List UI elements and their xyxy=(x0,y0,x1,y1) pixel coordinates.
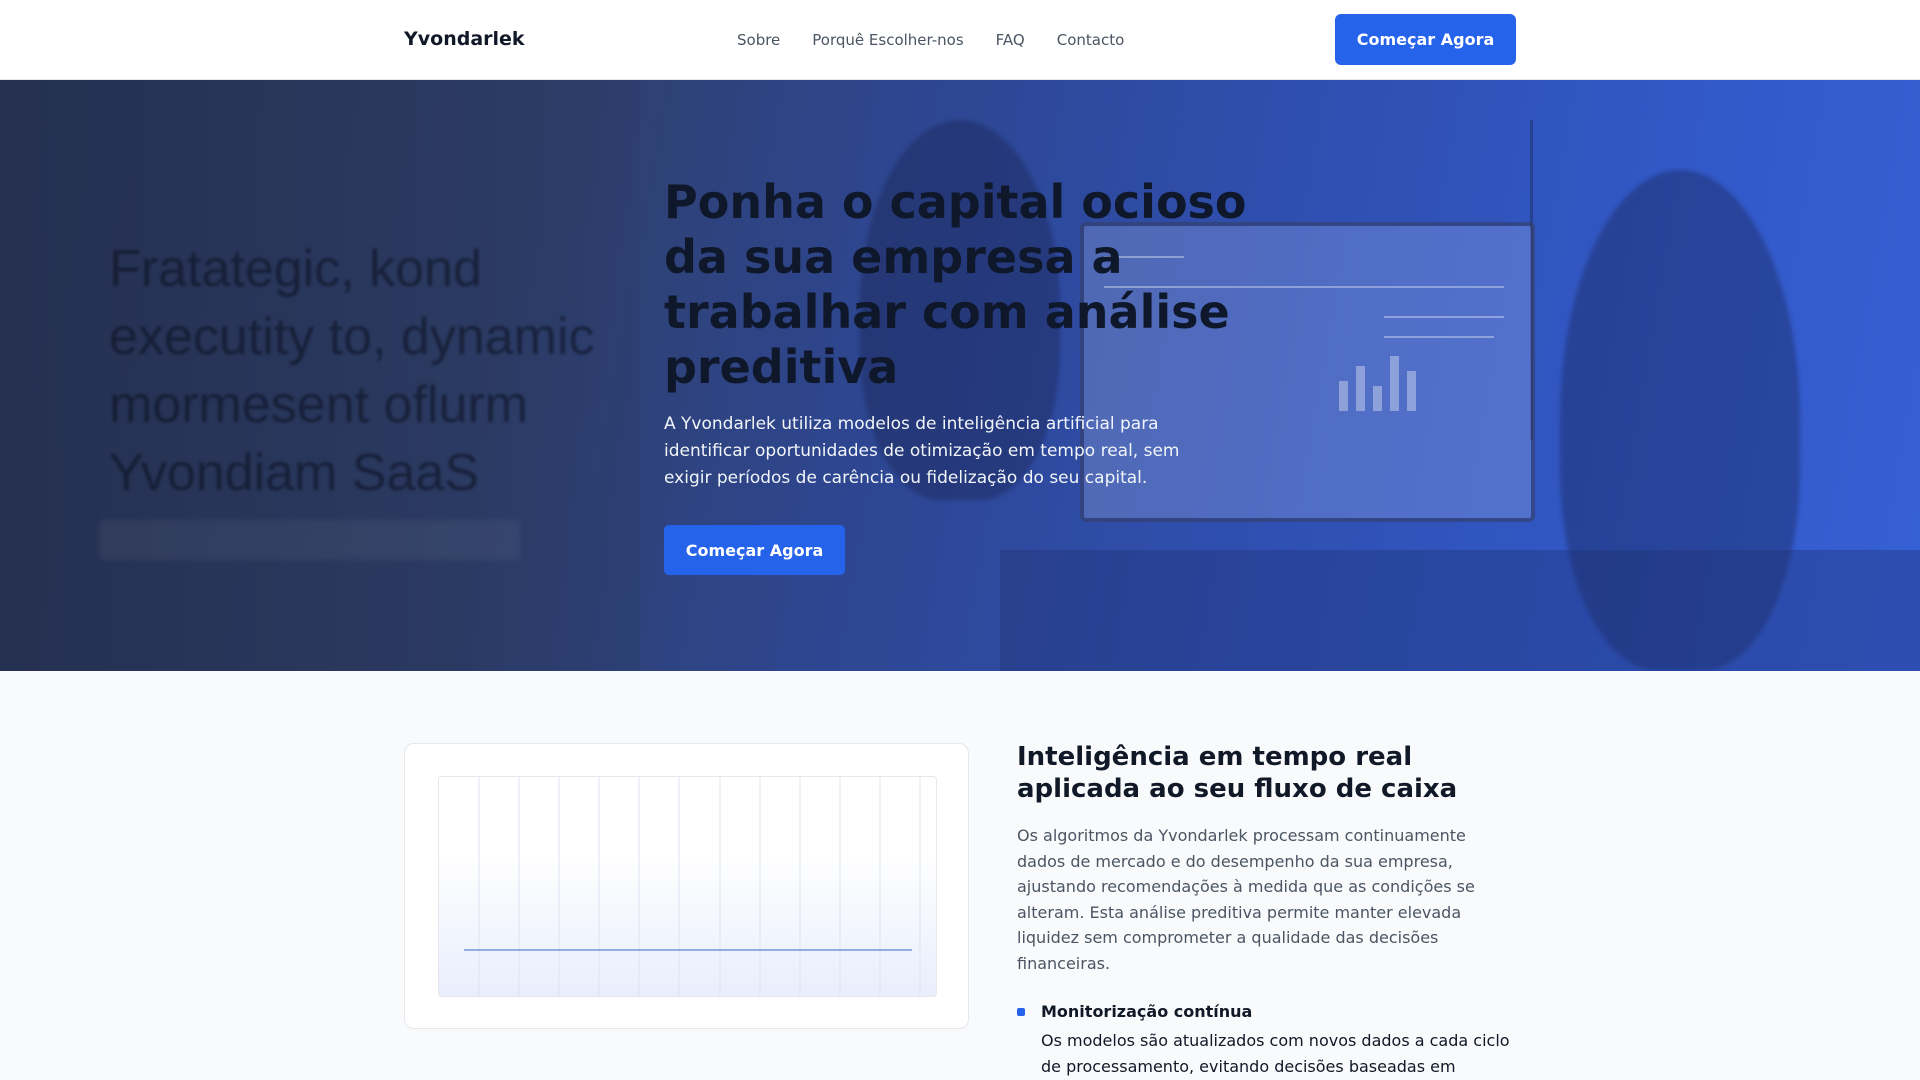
hero-background-desk xyxy=(1000,550,1920,671)
header-cta-button[interactable]: Começar Agora xyxy=(1335,14,1516,65)
nav-link-sobre[interactable]: Sobre xyxy=(737,31,780,49)
feature-chart-svg xyxy=(464,777,921,996)
top-navigation-bar: Yvondarlek Sobre Porquê Escolher-nos FAQ… xyxy=(0,0,1920,80)
hero-subtitle: A Yvondarlek utiliza modelos de inteligê… xyxy=(664,414,1180,488)
bullet-title: Monitorização contínua xyxy=(1041,1002,1253,1021)
main-nav: Sobre Porquê Escolher-nos FAQ Contacto xyxy=(737,31,1124,49)
feature-title: Inteligência em tempo real aplicada ao s… xyxy=(1017,742,1458,804)
nav-link-porque-escolher[interactable]: Porquê Escolher-nos xyxy=(812,31,963,49)
hero-section: Fratategic, kond executity to, dynamic m… xyxy=(0,80,1920,671)
feature-body: Os algoritmos da Yvondarlek processam co… xyxy=(1017,826,1475,973)
feature-chart-plot xyxy=(438,776,937,997)
hero-cta-button[interactable]: Começar Agora xyxy=(664,525,845,575)
bullet-marker-icon xyxy=(1017,1008,1025,1016)
feature-chart-card xyxy=(404,743,969,1029)
hero-background-blurred-bar xyxy=(100,520,520,560)
bullet-body: Os modelos são atualizados com novos dad… xyxy=(1041,1031,1510,1076)
hero-background-blurred-text: Fratategic, kond executity to, dynamic m… xyxy=(109,240,595,502)
nav-link-faq[interactable]: FAQ xyxy=(996,31,1025,49)
hero-title: Ponha o capital ocioso da sua empresa a … xyxy=(664,175,1247,394)
nav-link-contacto[interactable]: Contacto xyxy=(1057,31,1125,49)
brand-logo[interactable]: Yvondarlek xyxy=(404,28,525,50)
